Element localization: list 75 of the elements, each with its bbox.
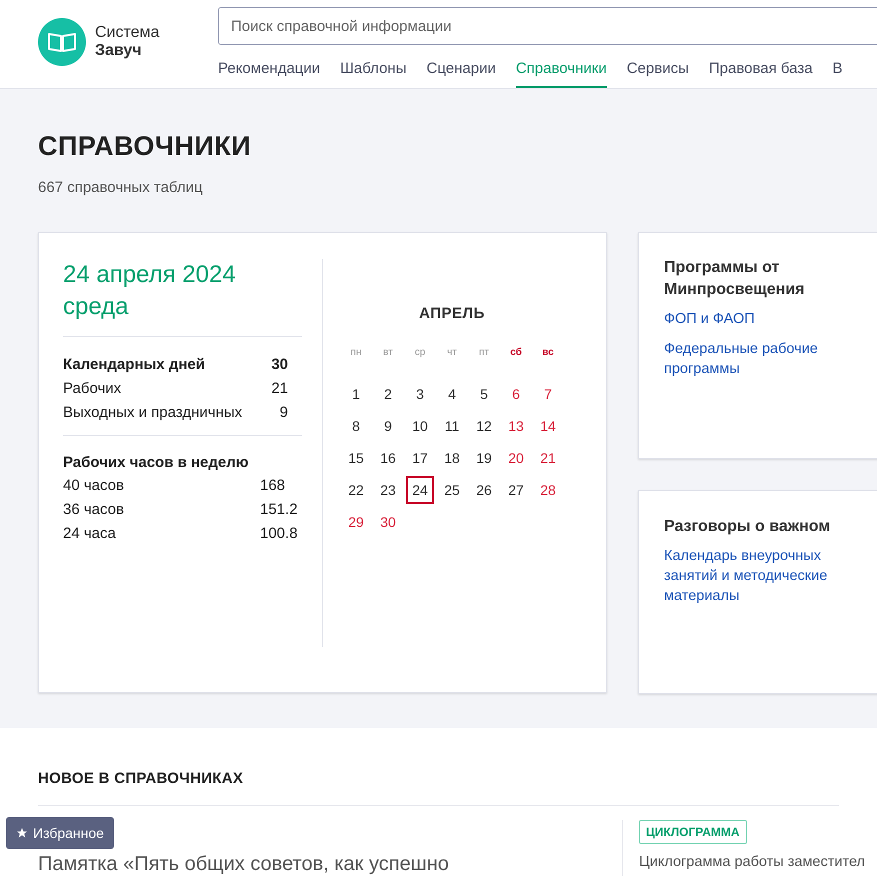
card-title: Разговоры о важном	[664, 516, 832, 536]
news-title[interactable]: Памятка «Пять общих советов, как успешно	[38, 852, 622, 876]
calendar-day[interactable]: 29	[342, 508, 370, 536]
calendar-day[interactable]: 20	[502, 444, 530, 472]
weekday-label: ср	[414, 346, 426, 360]
nav-tab[interactable]: Шаблоны	[340, 53, 406, 88]
calendar-day[interactable]: 8	[342, 412, 370, 440]
stat-label: 40 часов	[63, 476, 124, 496]
star-icon	[16, 827, 28, 839]
nav-tab[interactable]: Рекомендации	[218, 53, 320, 88]
calendar-day[interactable]: 9	[374, 412, 402, 440]
section-title: НОВОЕ В СПРАВОЧНИКАХ	[38, 768, 839, 806]
nav-tab[interactable]: Правовая база	[708, 53, 813, 88]
calendar-day[interactable]: 23	[374, 476, 402, 504]
stat-value: 21	[271, 378, 288, 398]
calendar-day[interactable]: 10	[406, 412, 434, 440]
stat-value: 9	[280, 402, 288, 422]
month-title: АПРЕЛЬ	[418, 304, 486, 324]
page-subtitle: 667 справочных таблиц	[38, 178, 204, 198]
stat-value: 100.8	[260, 524, 299, 544]
card-title: Программы от Минпросвещения	[664, 258, 806, 300]
stat-label: Рабочих	[63, 378, 122, 398]
calendar-day[interactable]: 12	[470, 412, 498, 440]
calendar-day[interactable]: 13	[502, 412, 530, 440]
calendar-day[interactable]: 18	[438, 444, 466, 472]
news-title[interactable]: Циклограмма работы заместител	[639, 852, 865, 874]
calendar-day[interactable]: 5	[470, 380, 498, 408]
calendar-day[interactable]: 6	[502, 380, 530, 408]
stat-label: 24 часа	[63, 524, 116, 544]
stat-label: 36 часов	[63, 500, 124, 520]
calendar-day[interactable]: 7	[534, 380, 562, 408]
logo-text: Система	[95, 24, 160, 42]
calendar-day[interactable]: 4	[438, 380, 466, 408]
page-title: СПРАВОЧНИКИ	[38, 130, 252, 163]
calendar-day[interactable]: 1	[342, 380, 370, 408]
favorites-button[interactable]: Избранное	[6, 817, 114, 849]
calendar-day[interactable]: 3	[406, 380, 434, 408]
weekday-label: сб	[509, 346, 523, 360]
weekday-label: чт	[446, 346, 458, 360]
search-field[interactable]: Поиск справочной информации	[218, 7, 877, 45]
card-link[interactable]: ФОП и ФАОП	[664, 308, 864, 328]
calendar-day[interactable]: 26	[470, 476, 498, 504]
category-tag: ЦИКЛОГРАММА	[639, 820, 747, 844]
calendar-day[interactable]: 15	[342, 444, 370, 472]
logo-text: Завуч	[95, 42, 143, 60]
calendar-day[interactable]: 21	[534, 444, 562, 472]
card-link[interactable]: Календарь внеурочных занятий и методические материалы	[664, 546, 864, 606]
date-heading: 24 апреля 2024 среда	[63, 260, 237, 322]
weekday-label: пн	[350, 346, 362, 360]
calendar-day[interactable]: 16	[374, 444, 402, 472]
calendar-day[interactable]: 27	[502, 476, 530, 504]
stat-value: 151.2	[260, 500, 299, 520]
stat-label: Выходных и праздничных	[63, 402, 242, 422]
stat-value: 30	[271, 354, 288, 374]
stat-label: Календарных дней	[63, 354, 205, 374]
weekday-label: пт	[478, 346, 490, 360]
calendar-day[interactable]: 22	[342, 476, 370, 504]
calendar-day[interactable]: 2	[374, 380, 402, 408]
stat-value: 168	[260, 476, 286, 496]
calendar-day[interactable]: 28	[534, 476, 562, 504]
calendar-day[interactable]: 17	[406, 444, 434, 472]
book-logo-icon	[38, 18, 86, 66]
weekday-label: вт	[382, 346, 394, 360]
calendar-day[interactable]: 25	[438, 476, 466, 504]
calendar-day[interactable]: 14	[534, 412, 562, 440]
nav-tab[interactable]: В	[832, 53, 843, 88]
nav-tab[interactable]: Сервисы	[626, 53, 689, 88]
hours-title: Рабочих часов в неделю	[63, 452, 250, 472]
card-link[interactable]: Федеральные рабочие программы	[664, 338, 864, 378]
nav-tab[interactable]: Сценарии	[426, 53, 496, 88]
calendar-day[interactable]: 19	[470, 444, 498, 472]
weekday-label: вс	[541, 346, 555, 360]
calendar-day[interactable]: 30	[374, 508, 402, 536]
calendar-day[interactable]: 11	[438, 412, 466, 440]
calendar-day[interactable]: 24	[406, 476, 434, 504]
